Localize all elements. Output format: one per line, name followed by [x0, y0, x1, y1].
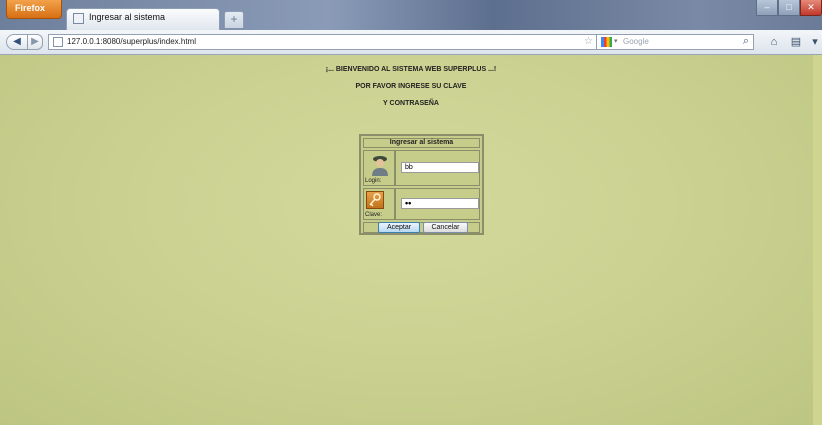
page-scrollbar[interactable]	[813, 55, 822, 425]
password-field-cell: ••	[395, 188, 480, 220]
instruction-line-1: POR FAVOR INGRESE SU CLAVE	[355, 83, 467, 90]
menu-icon[interactable]: ▾	[806, 34, 822, 50]
tab-title: Ingresar al sistema	[89, 12, 166, 22]
browser-titlebar: Firefox Ingresar al sistema + – □ ✕	[0, 0, 822, 30]
welcome-message: ¡... BIENVENIDO AL SISTEMA WEB SUPERPLUS…	[325, 66, 497, 73]
close-icon: ✕	[807, 2, 815, 12]
new-tab-button[interactable]: +	[224, 11, 244, 28]
accept-button[interactable]: Aceptar	[378, 222, 420, 233]
forward-arrow-icon: ▶	[31, 36, 39, 47]
login-label: Login:	[365, 178, 382, 184]
cancel-button[interactable]: Cancelar	[423, 222, 468, 233]
close-button[interactable]: ✕	[800, 0, 822, 16]
search-icon[interactable]: ⌕	[743, 35, 749, 48]
address-bar[interactable]: 127.0.0.1:8080/superplus/index.html ☆ ▼ …	[48, 34, 628, 50]
login-field-cell: bb	[395, 150, 480, 186]
login-form-header: Ingresar al sistema	[363, 138, 480, 148]
key-icon	[366, 191, 384, 209]
minimize-button[interactable]: –	[756, 0, 778, 16]
maximize-icon: □	[786, 2, 792, 12]
forward-button[interactable]: ▶	[27, 34, 43, 50]
instruction-line-2: Y CONTRASEÑA	[383, 100, 439, 107]
maximize-button[interactable]: □	[778, 0, 800, 16]
search-placeholder: Google	[623, 37, 649, 46]
navigation-bar: ◀ ▶ 127.0.0.1:8080/superplus/index.html …	[0, 30, 822, 55]
button-row: Aceptar Cancelar	[363, 222, 480, 233]
search-engine-dropdown-icon[interactable]: ▾	[614, 37, 618, 45]
login-input[interactable]: bb	[401, 162, 479, 173]
tab-ingresar-al-sistema[interactable]: Ingresar al sistema	[66, 8, 220, 30]
password-label: Clave:	[365, 212, 383, 218]
google-logo-icon	[601, 37, 612, 47]
login-icon-cell: Login:	[363, 150, 395, 186]
back-arrow-icon: ◀	[13, 36, 21, 47]
home-icon[interactable]: ⌂	[765, 34, 783, 50]
bookmarks-icon[interactable]: ▤	[787, 34, 805, 50]
back-button[interactable]: ◀	[6, 34, 28, 50]
password-icon-cell: Clave:	[363, 188, 395, 220]
password-input[interactable]: ••	[401, 198, 479, 209]
minimize-icon: –	[764, 2, 770, 12]
page-content: ¡... BIENVENIDO AL SISTEMA WEB SUPERPLUS…	[0, 55, 822, 425]
url-text: 127.0.0.1:8080/superplus/index.html	[67, 37, 196, 46]
page-favicon-icon	[73, 13, 84, 24]
bookmark-star-icon[interactable]: ☆	[584, 36, 593, 47]
search-bar[interactable]: ▾ Google ⌕	[596, 34, 754, 50]
page-favicon-icon	[53, 37, 63, 47]
user-icon	[372, 156, 388, 176]
login-form: Ingresar al sistema Login: bb Clave: ••	[359, 134, 484, 235]
firefox-menu-button[interactable]: Firefox	[6, 0, 62, 19]
